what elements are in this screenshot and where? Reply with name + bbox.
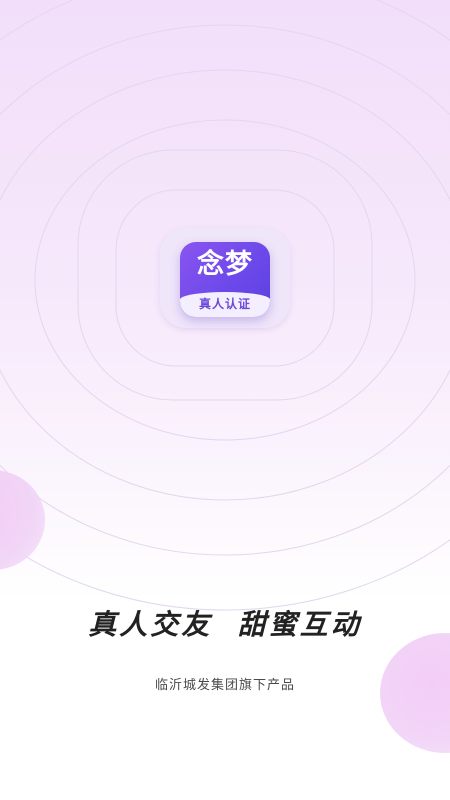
footer-company-text: 临沂城发集团旗下产品 bbox=[154, 678, 295, 693]
tagline-left: 真人交友 bbox=[88, 608, 213, 641]
splash-screen: 念梦 真人认证 真人交友 甜蜜互动 临沂城发集团旗下产品 bbox=[0, 0, 450, 800]
app-name: 念梦 bbox=[197, 249, 253, 280]
tagline: 真人交友 甜蜜互动 bbox=[0, 605, 450, 645]
verified-badge: 真人认证 bbox=[198, 297, 251, 311]
tagline-right: 甜蜜互动 bbox=[237, 608, 362, 641]
app-logo-icon: 念梦 真人认证 bbox=[180, 242, 270, 317]
